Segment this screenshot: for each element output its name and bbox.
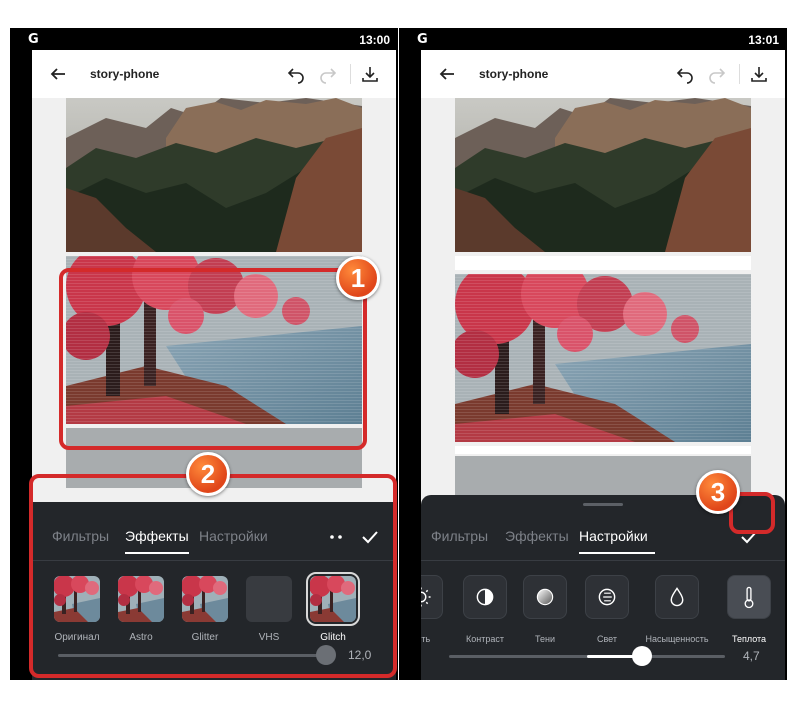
status-logo: G [28,32,39,47]
panel-drag-handle[interactable] [583,503,623,506]
phone-right: G 13:01 story-phone Фильтры Эффекты Наст… [399,28,787,680]
brightness-button[interactable] [421,575,443,619]
undo-icon[interactable] [286,64,306,84]
highlight-selected-photo [59,268,367,450]
status-bar: G 13:00 [10,28,398,50]
panel-tabs: Фильтры Эффекты Настройки [421,528,785,558]
undo-icon[interactable] [675,64,695,84]
status-time: 13:01 [748,33,779,47]
photo-gap [455,446,751,454]
saturation-icon [670,587,684,607]
back-arrow-icon[interactable] [437,64,457,84]
step-badge-2: 2 [186,452,230,496]
redo-icon[interactable] [707,64,727,84]
status-logo: G [417,32,428,47]
panel-separator [421,560,785,561]
toolbar-divider [739,64,740,84]
shadows-button[interactable] [523,575,567,619]
screen: story-phone Фильтры Эффекты Настройки [421,50,785,680]
document-title: story-phone [479,67,549,81]
warmth-icon [744,586,754,609]
adjustment-slider-value: 4,7 [743,649,760,663]
photo-trees[interactable] [455,274,751,442]
contrast-button[interactable] [463,575,507,619]
step-badge-3: 3 [696,470,740,514]
status-bar: G 13:01 [399,28,787,50]
redo-icon[interactable] [318,64,338,84]
tab-settings[interactable]: Настройки [579,528,648,544]
highlight-effects-panel [29,474,397,678]
back-arrow-icon[interactable] [48,64,68,84]
tab-filters[interactable]: Фильтры [431,528,488,544]
tab-effects[interactable]: Эффекты [505,528,569,544]
adjustment-slider-knob[interactable] [632,646,653,666]
photo-mountains[interactable] [455,98,751,252]
download-icon[interactable] [749,64,769,84]
document-title: story-phone [90,67,160,81]
status-time: 13:00 [359,33,390,47]
contrast-icon [476,588,494,606]
step-badge-1: 1 [336,256,380,300]
adjustment-label: Теплота [731,634,767,644]
photo-mountains[interactable] [66,98,362,252]
toolbar-divider [350,64,351,84]
shadows-icon [536,588,554,606]
warmth-button[interactable] [727,575,771,619]
app-bar: story-phone [32,50,396,98]
app-bar: story-phone [421,50,785,98]
saturation-button[interactable] [655,575,699,619]
highlights-icon [598,588,616,606]
photo-gap [455,256,751,270]
brightness-icon [421,587,431,607]
download-icon[interactable] [360,64,380,84]
active-tab-underline [579,552,655,554]
highlights-button[interactable] [585,575,629,619]
